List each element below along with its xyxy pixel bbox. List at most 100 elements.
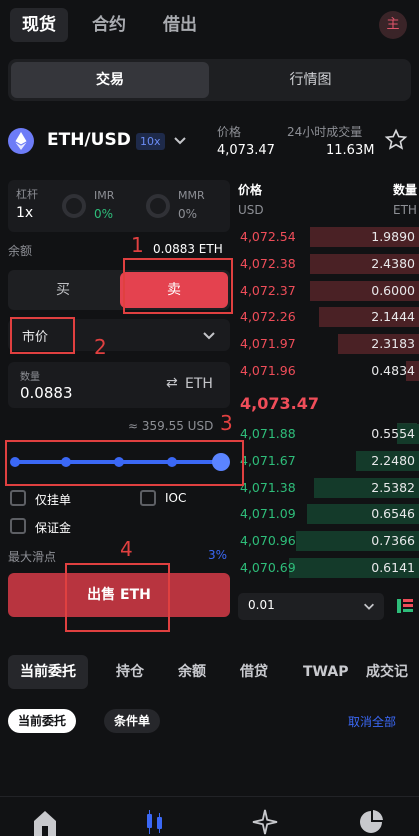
quantity-input[interactable]: 数量 0.0883 ⇄ ETH bbox=[8, 362, 230, 408]
annotation-box-2 bbox=[10, 317, 75, 354]
ask-row[interactable]: 4,072.54 1.9890 bbox=[238, 227, 419, 247]
balance-value: 0.0883 ETH bbox=[153, 242, 223, 256]
balance-label: 余额 bbox=[8, 244, 33, 258]
depth-value: 0.01 bbox=[248, 598, 275, 612]
post-only-label: 仅挂单 bbox=[35, 493, 72, 507]
margin-label: 保证金 bbox=[35, 521, 72, 535]
tab-spot[interactable]: 现货 bbox=[10, 8, 68, 42]
tab-balance[interactable]: 余额 bbox=[178, 655, 206, 689]
ask-price: 4,072.37 bbox=[240, 282, 296, 298]
quantity-unit[interactable]: ETH bbox=[185, 376, 213, 392]
chevron-down-icon bbox=[203, 332, 215, 340]
bid-row[interactable]: 4,071.09 0.6546 bbox=[238, 504, 419, 525]
swap-icon[interactable]: ⇄ bbox=[166, 375, 178, 391]
bottom-nav bbox=[0, 796, 419, 836]
tab-lend[interactable]: 借出 bbox=[151, 8, 209, 42]
ask-price: 4,072.38 bbox=[240, 255, 296, 271]
segment-trade[interactable]: 交易 bbox=[11, 62, 209, 98]
tab-positions[interactable]: 持仓 bbox=[116, 655, 144, 689]
ask-row[interactable]: 4,071.97 2.3183 bbox=[238, 334, 419, 355]
annotation-number-4: 4 bbox=[120, 537, 133, 561]
sparkle-icon[interactable] bbox=[252, 809, 278, 835]
top-tabs: 现货 合约 借出 主 bbox=[0, 0, 419, 50]
bid-row[interactable]: 4,071.88 0.5554 bbox=[238, 424, 419, 444]
ask-row[interactable]: 4,072.37 0.6000 bbox=[238, 280, 419, 301]
filter-current-orders[interactable]: 当前委托 bbox=[8, 709, 77, 733]
bid-qty: 0.7366 bbox=[371, 533, 415, 549]
ioc-label: IOC bbox=[165, 491, 187, 505]
bid-row[interactable]: 4,070.96 0.7366 bbox=[238, 531, 419, 552]
bid-qty: 0.6141 bbox=[371, 560, 415, 575]
usd-estimate: ≈ 359.55 USD bbox=[128, 419, 214, 433]
imr-ring-icon bbox=[62, 194, 86, 218]
slippage-value[interactable]: 3% bbox=[208, 548, 227, 562]
eth-logo-icon bbox=[8, 128, 34, 154]
leverage-label: 杠杆 bbox=[16, 188, 38, 201]
quantity-label: 数量 bbox=[20, 372, 40, 383]
buy-button[interactable]: 买 bbox=[8, 270, 118, 310]
bid-price: 4,070.69 bbox=[240, 560, 296, 575]
leverage-panel[interactable]: 杠杆 1x IMR 0% MMR 0% bbox=[8, 180, 230, 232]
chevron-down-icon bbox=[174, 137, 186, 145]
bid-qty: 0.6546 bbox=[371, 506, 415, 522]
avatar[interactable]: 主 bbox=[379, 11, 407, 39]
pair-name: ETH/USD bbox=[47, 130, 131, 150]
ask-row[interactable]: 4,071.96 0.4834 bbox=[238, 361, 419, 381]
bid-price: 4,071.38 bbox=[240, 479, 296, 495]
tab-borrow[interactable]: 借贷 bbox=[240, 655, 268, 689]
annotation-box-3 bbox=[5, 440, 244, 486]
annotation-number-1: 1 bbox=[131, 233, 144, 257]
star-favorite-icon[interactable] bbox=[384, 128, 408, 152]
ask-qty: 0.4834 bbox=[371, 363, 415, 378]
book-price-unit: USD bbox=[238, 203, 264, 217]
margin-checkbox[interactable] bbox=[10, 518, 26, 534]
filter-conditional-orders[interactable]: 条件单 bbox=[104, 709, 161, 733]
chevron-down-icon bbox=[364, 603, 374, 610]
pair-selector[interactable]: ETH/USD 10x bbox=[8, 122, 198, 160]
trade-candles-icon[interactable] bbox=[144, 809, 166, 835]
ask-qty: 1.9890 bbox=[371, 229, 415, 244]
bid-row[interactable]: 4,071.38 2.5382 bbox=[238, 477, 419, 498]
segment-market-chart[interactable]: 行情图 bbox=[213, 62, 408, 98]
bid-row[interactable]: 4,070.69 0.6141 bbox=[238, 558, 419, 578]
ask-price: 4,072.26 bbox=[240, 309, 296, 325]
tab-open-orders[interactable]: 当前委托 bbox=[8, 655, 88, 689]
price-label: 价格 bbox=[217, 125, 242, 139]
ask-row[interactable]: 4,072.26 2.1444 bbox=[238, 307, 419, 328]
ask-price: 4,071.96 bbox=[240, 363, 296, 378]
price-value: 4,073.47 bbox=[217, 143, 275, 158]
quantity-value: 0.0883 bbox=[20, 384, 73, 402]
ask-qty: 2.4380 bbox=[371, 255, 415, 271]
ask-row[interactable]: 4,072.38 2.4380 bbox=[238, 253, 419, 274]
bid-price: 4,070.96 bbox=[240, 533, 296, 549]
ioc-checkbox[interactable] bbox=[140, 490, 156, 506]
annotation-number-2: 2 bbox=[94, 335, 107, 359]
tab-twap[interactable]: TWAP bbox=[303, 655, 348, 689]
portfolio-pie-icon[interactable] bbox=[358, 809, 384, 835]
mid-price[interactable]: 4,073.47 bbox=[240, 394, 319, 413]
home-icon[interactable] bbox=[31, 808, 59, 836]
annotation-number-3: 3 bbox=[220, 411, 233, 435]
bid-price: 4,071.88 bbox=[240, 426, 296, 441]
ask-qty: 2.1444 bbox=[371, 309, 415, 325]
volume-value: 11.63M bbox=[326, 143, 375, 158]
leverage-value: 1x bbox=[16, 205, 34, 221]
book-layout-icon[interactable] bbox=[396, 597, 414, 615]
book-price-header: 价格 bbox=[238, 183, 263, 197]
annotation-box-1 bbox=[123, 258, 233, 314]
mmr-value: 0% bbox=[178, 207, 198, 221]
tab-futures[interactable]: 合约 bbox=[80, 8, 138, 42]
cancel-all-link[interactable]: 取消全部 bbox=[348, 713, 396, 730]
imr-value: 0% bbox=[94, 207, 114, 221]
bid-qty: 0.5554 bbox=[371, 426, 415, 441]
post-only-checkbox[interactable] bbox=[10, 490, 26, 506]
bid-qty: 2.5382 bbox=[371, 479, 415, 495]
slippage-label: 最大滑点 bbox=[8, 550, 57, 564]
imr-label: IMR bbox=[94, 189, 115, 202]
depth-select[interactable]: 0.01 bbox=[238, 593, 384, 620]
ask-qty: 2.3183 bbox=[371, 336, 415, 352]
bid-row[interactable]: 4,071.67 2.2480 bbox=[238, 450, 419, 471]
ask-price: 4,072.54 bbox=[240, 229, 296, 244]
tab-trade-history[interactable]: 成交记 bbox=[366, 655, 419, 689]
ask-price: 4,071.97 bbox=[240, 336, 296, 352]
